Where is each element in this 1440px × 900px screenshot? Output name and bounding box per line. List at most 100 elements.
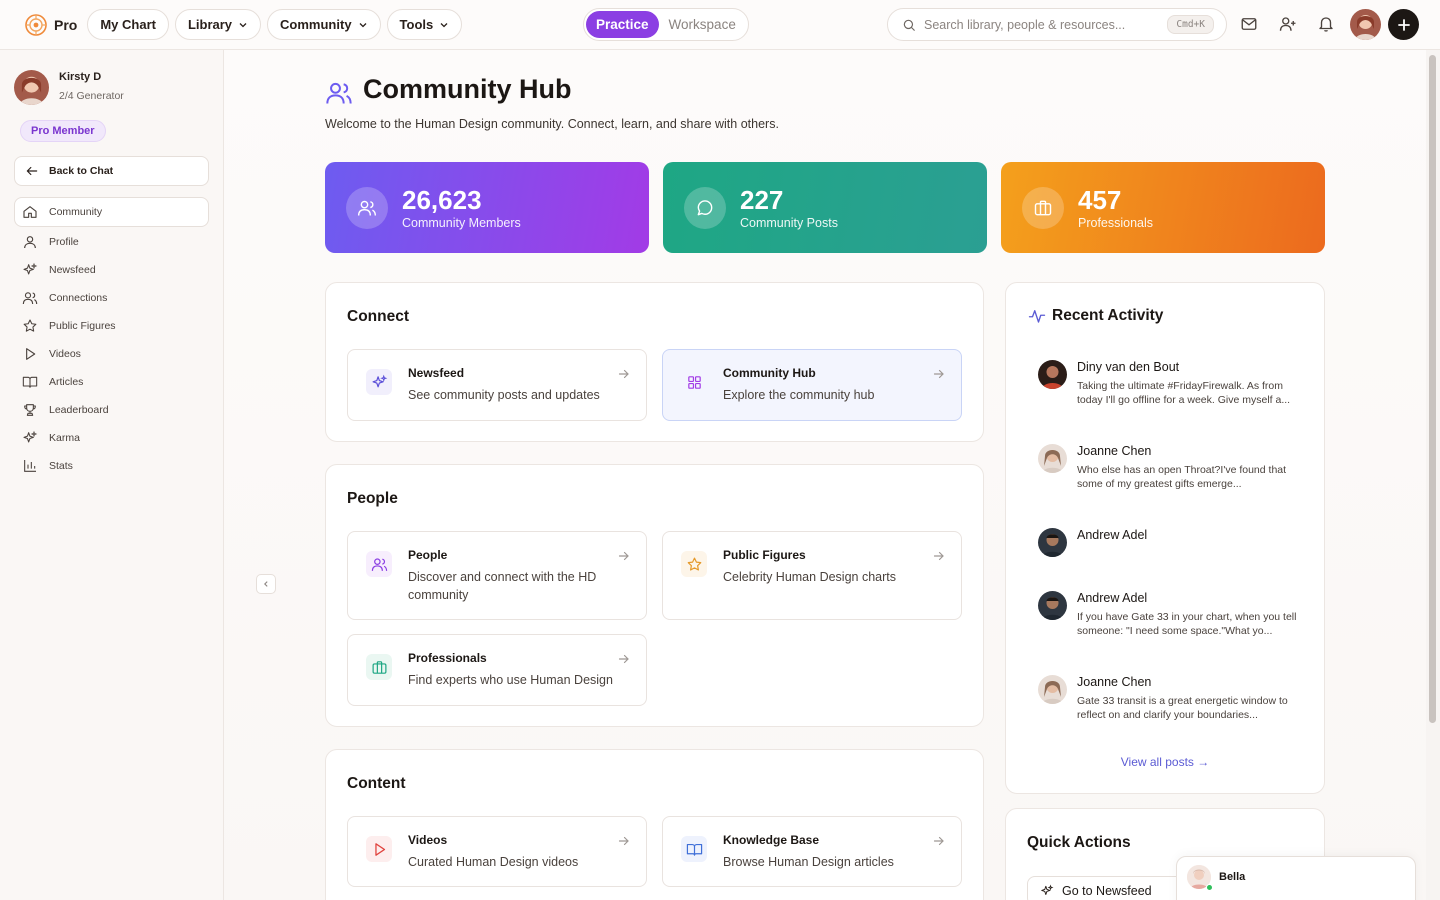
- search-bar: Cmd+K: [887, 8, 1227, 41]
- card-desc: Celebrity Human Design charts: [723, 570, 896, 584]
- card-public-figures[interactable]: Public Figures Celebrity Human Design ch…: [662, 531, 962, 620]
- card-title: Professionals: [408, 651, 487, 665]
- stat-card-posts[interactable]: 227 Community Posts: [663, 162, 987, 253]
- card-title: Videos: [408, 833, 448, 847]
- nav-community[interactable]: Community: [267, 9, 381, 40]
- card-desc: Find experts who use Human Design: [408, 673, 613, 687]
- sparkles-icon: [372, 374, 387, 387]
- home-icon: [23, 206, 37, 218]
- card-knowledge-base[interactable]: Knowledge Base Browse Human Design artic…: [662, 816, 962, 887]
- mail-icon[interactable]: [1240, 15, 1258, 33]
- scrollbar-thumb[interactable]: [1429, 55, 1436, 723]
- section-content: Content Videos Curated Human Design vide…: [325, 749, 984, 900]
- sidebar-nav: Community Profile Newsfeed Connections P…: [14, 197, 209, 480]
- card-title: People: [408, 548, 448, 562]
- card-icon-wrap: [366, 654, 392, 680]
- search-input[interactable]: [924, 17, 1160, 32]
- collapse-sidebar-button[interactable]: [256, 574, 276, 594]
- section-people: People People Discover and connect with …: [325, 464, 984, 727]
- activity-title: Recent Activity: [1052, 307, 1164, 324]
- sidebar-item-videos[interactable]: Videos: [14, 340, 209, 368]
- play-icon: [374, 842, 385, 856]
- chat-name: Bella: [1219, 871, 1246, 883]
- create-button[interactable]: [1388, 9, 1419, 40]
- avatar-image: [1038, 591, 1067, 620]
- view-all-posts-link[interactable]: View all posts →: [1006, 755, 1324, 769]
- activity-icon: [1028, 310, 1046, 323]
- briefcase-icon: [372, 660, 386, 674]
- sidebar-item-karma[interactable]: Karma: [14, 424, 209, 452]
- chat-popup[interactable]: Bella: [1176, 856, 1416, 900]
- avatar-image: [1038, 528, 1067, 557]
- card-desc: Explore the community hub: [723, 388, 875, 402]
- sidebar-item-connections[interactable]: Connections: [14, 284, 209, 312]
- card-people[interactable]: People Discover and connect with the HD …: [347, 531, 647, 620]
- section-title: People: [347, 490, 398, 507]
- sidebar: Kirsty D 2/4 Generator Pro Member Back t…: [0, 50, 224, 900]
- stat-value: 227: [740, 184, 784, 215]
- arrow-right-icon: [933, 369, 944, 379]
- logo[interactable]: Pro: [24, 13, 77, 37]
- avatar: [1038, 675, 1067, 704]
- chevron-down-icon: [239, 22, 247, 27]
- sidebar-item-label: Public Figures: [49, 320, 116, 332]
- user-icon: [24, 236, 36, 249]
- recent-activity-panel: Recent Activity Diny van den Bout Taking…: [1005, 282, 1325, 794]
- card-newsfeed[interactable]: Newsfeed See community posts and updates: [347, 349, 647, 421]
- arrow-right-icon: [933, 551, 944, 561]
- online-status-dot: [1206, 884, 1213, 891]
- sidebar-item-public-figures[interactable]: Public Figures: [14, 312, 209, 340]
- users-icon: [371, 557, 387, 571]
- card-desc: Browse Human Design articles: [723, 855, 894, 869]
- sidebar-item-leaderboard[interactable]: Leaderboard: [14, 396, 209, 424]
- activity-name: Joanne Chen: [1077, 444, 1152, 458]
- activity-text: Who else has an open Throat?I've found t…: [1077, 464, 1287, 490]
- stat-label: Community Members: [402, 215, 521, 230]
- arrow-right-icon: [618, 836, 629, 846]
- sidebar-item-community[interactable]: Community: [14, 197, 209, 227]
- card-professionals[interactable]: Professionals Find experts who use Human…: [347, 634, 647, 706]
- nav-tools[interactable]: Tools: [386, 9, 463, 40]
- star-icon: [23, 319, 37, 332]
- card-videos[interactable]: Videos Curated Human Design videos: [347, 816, 647, 887]
- avatar: [1038, 444, 1067, 473]
- card-title: Public Figures: [723, 548, 806, 562]
- book-icon: [686, 843, 702, 856]
- grid-icon: [687, 375, 701, 389]
- add-friend-icon[interactable]: [1279, 15, 1297, 33]
- card-title: Knowledge Base: [723, 833, 820, 847]
- card-desc: Discover and connect with the HD communi…: [408, 570, 597, 602]
- star-icon: [687, 557, 701, 571]
- sidebar-item-profile[interactable]: Profile: [14, 228, 209, 256]
- arrow-right-icon: [618, 551, 629, 561]
- nav-my-chart[interactable]: My Chart: [87, 9, 169, 40]
- go-to-newsfeed-button[interactable]: Go to Newsfeed: [1027, 876, 1187, 900]
- sidebar-item-articles[interactable]: Articles: [14, 368, 209, 396]
- card-desc: Curated Human Design videos: [408, 855, 579, 869]
- avatar-image: [1038, 360, 1067, 389]
- nav-label: My Chart: [100, 17, 156, 32]
- mode-toggle: Practice Workspace: [583, 8, 749, 41]
- sidebar-item-newsfeed[interactable]: Newsfeed: [14, 256, 209, 284]
- bar-chart-icon: [24, 460, 36, 472]
- mode-practice[interactable]: Practice: [586, 11, 659, 38]
- sidebar-item-label: Newsfeed: [49, 264, 96, 276]
- bell-icon[interactable]: [1317, 15, 1335, 33]
- nav-library[interactable]: Library: [174, 9, 262, 40]
- user-avatar-top[interactable]: [1350, 9, 1381, 40]
- stat-card-professionals[interactable]: 457 Professionals: [1001, 162, 1325, 253]
- mode-workspace[interactable]: Workspace: [659, 11, 746, 38]
- card-community-hub[interactable]: Community Hub Explore the community hub: [662, 349, 962, 421]
- stat-label: Professionals: [1078, 215, 1154, 230]
- card-icon-wrap: [366, 836, 392, 862]
- stat-text: 26,623 Community Members: [402, 186, 521, 230]
- sparkles-icon: [23, 430, 38, 443]
- stat-card-members[interactable]: 26,623 Community Members: [325, 162, 649, 253]
- stat-label: Community Posts: [740, 215, 838, 230]
- page-title: Community Hub: [363, 74, 572, 104]
- sparkles-icon: [23, 262, 38, 275]
- sidebar-item-stats[interactable]: Stats: [14, 452, 209, 480]
- back-to-chat-button[interactable]: Back to Chat: [14, 156, 209, 186]
- play-icon: [26, 348, 36, 360]
- user-avatar[interactable]: [14, 70, 49, 105]
